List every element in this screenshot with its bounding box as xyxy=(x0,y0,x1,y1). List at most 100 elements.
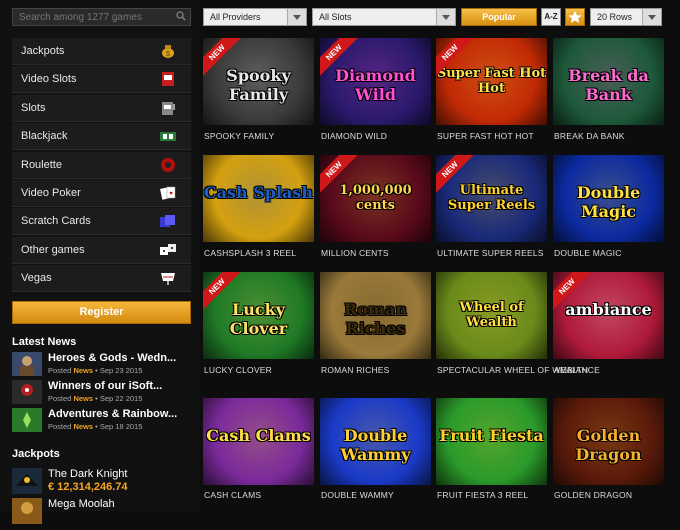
news-thumbnail xyxy=(12,380,42,404)
news-tag[interactable]: News xyxy=(73,422,93,431)
game-thumbnail[interactable]: Spooky Family NEW xyxy=(203,38,314,125)
game-tile[interactable]: Cash Clams CASH CLAMS xyxy=(203,398,314,506)
sidebar-item-vegas[interactable]: Vegas xyxy=(12,265,191,293)
game-thumbnail[interactable]: Double Magic xyxy=(553,155,664,242)
game-title[interactable]: AMBIANCE xyxy=(554,365,600,375)
sidebar-item-label: Video Slots xyxy=(21,73,77,86)
game-title[interactable]: LUCKY CLOVER xyxy=(204,365,272,375)
search-box xyxy=(12,8,191,26)
game-tile[interactable]: Wheel of Wealth SPECTACULAR WHEEL OF WEAL… xyxy=(436,272,588,384)
chevron-down-icon[interactable] xyxy=(642,9,661,25)
game-tile[interactable]: Lucky Clover NEW LUCKY CLOVER xyxy=(203,272,314,384)
game-title[interactable]: ULTIMATE SUPER REELS xyxy=(437,248,544,258)
news-tag[interactable]: News xyxy=(73,394,93,403)
az-sort-button[interactable]: A-Z xyxy=(541,8,561,26)
game-tile[interactable]: Diamond Wild NEW DIAMOND WILD xyxy=(320,38,431,150)
news-item[interactable]: Heroes & Gods - Wedn... Posted News • Se… xyxy=(12,352,192,378)
game-thumbnail[interactable]: Fruit Fiesta xyxy=(436,398,547,485)
game-title[interactable]: SPOOKY FAMILY xyxy=(204,131,274,141)
game-thumbnail[interactable]: Break da Bank xyxy=(553,38,664,125)
game-title[interactable]: CASHSPLASH 3 REEL xyxy=(204,248,296,258)
game-thumbnail[interactable]: Roman Riches xyxy=(320,272,431,359)
game-logo: Spooky Family xyxy=(226,66,291,104)
jackpot-name[interactable]: Mega Moolah xyxy=(48,498,115,510)
game-tile[interactable]: Roman Riches ROMAN RICHES xyxy=(320,272,431,384)
game-thumbnail[interactable]: Cash Splash xyxy=(203,155,314,242)
svg-text:$: $ xyxy=(166,51,170,58)
jackpot-item[interactable]: Mega Moolah xyxy=(12,498,192,530)
game-tile[interactable]: Double Wammy DOUBLE WAMMY xyxy=(320,398,431,506)
jackpot-thumbnail xyxy=(12,468,42,494)
rows-select[interactable]: 20 Rows xyxy=(590,8,662,26)
sidebar-item-roulette[interactable]: Roulette xyxy=(12,151,191,179)
star-icon xyxy=(568,10,582,24)
game-title[interactable]: MILLION CENTS xyxy=(321,248,389,258)
news-item[interactable]: Adventures & Rainbow... Posted News • Se… xyxy=(12,408,192,434)
game-title[interactable]: CASH CLAMS xyxy=(204,490,261,500)
game-title[interactable]: FRUIT FIESTA 3 REEL xyxy=(437,490,528,500)
game-thumbnail[interactable]: Diamond Wild NEW xyxy=(320,38,431,125)
favorites-button[interactable] xyxy=(565,8,585,26)
game-tile[interactable]: Cash Splash CASHSPLASH 3 REEL xyxy=(203,155,314,267)
register-button[interactable]: Register xyxy=(12,301,191,324)
game-logo: ambiance xyxy=(565,300,652,319)
game-thumbnail[interactable]: Golden Dragon xyxy=(553,398,664,485)
game-tile[interactable]: 1,000,000 cents NEW MILLION CENTS xyxy=(320,155,431,267)
game-thumbnail[interactable]: Super Fast Hot Hot NEW xyxy=(436,38,547,125)
sidebar-item-scratch-cards[interactable]: Scratch Cards xyxy=(12,208,191,236)
game-title[interactable]: GOLDEN DRAGON xyxy=(554,490,632,500)
game-logo: Double Wammy xyxy=(340,426,411,464)
game-logo: Lucky Clover xyxy=(229,300,288,338)
search-input[interactable] xyxy=(13,9,179,25)
game-tile[interactable]: ambiance NEW AMBIANCE xyxy=(553,272,664,384)
sidebar-item-blackjack[interactable]: Blackjack xyxy=(12,123,191,151)
providers-select[interactable]: All Providers xyxy=(203,8,307,26)
game-tile[interactable]: Fruit Fiesta FRUIT FIESTA 3 REEL xyxy=(436,398,547,506)
game-thumbnail[interactable]: Double Wammy xyxy=(320,398,431,485)
game-tile[interactable]: Double Magic DOUBLE MAGIC xyxy=(553,155,664,267)
game-logo: Double Magic xyxy=(576,183,641,221)
sidebar-item-video-poker[interactable]: Video Poker ♥ xyxy=(12,179,191,207)
search-icon[interactable] xyxy=(176,11,186,21)
sidebar-item-video-slots[interactable]: Video Slots xyxy=(12,66,191,94)
game-title[interactable]: BREAK DA BANK xyxy=(554,131,625,141)
news-title[interactable]: Winners of our iSoft... xyxy=(48,380,188,392)
game-title[interactable]: DOUBLE MAGIC xyxy=(554,248,622,258)
chevron-down-icon[interactable] xyxy=(287,9,306,25)
game-tile[interactable]: Super Fast Hot Hot NEW SUPER FAST HOT HOT xyxy=(436,38,547,150)
sidebar-item-label: Vegas xyxy=(21,272,52,285)
news-item[interactable]: Winners of our iSoft... Posted News • Se… xyxy=(12,380,192,406)
news-title[interactable]: Adventures & Rainbow... xyxy=(48,408,188,420)
game-thumbnail[interactable]: 1,000,000 cents NEW xyxy=(320,155,431,242)
game-logo: Wheel of Wealth xyxy=(459,300,524,330)
game-thumbnail[interactable]: Lucky Clover NEW xyxy=(203,272,314,359)
game-tile[interactable]: Spooky Family NEW SPOOKY FAMILY xyxy=(203,38,314,150)
game-title[interactable]: DIAMOND WILD xyxy=(321,131,387,141)
sidebar-item-jackpots[interactable]: Jackpots $ xyxy=(12,38,191,65)
game-thumbnail[interactable]: Wheel of Wealth xyxy=(436,272,547,359)
chevron-down-icon[interactable] xyxy=(436,9,455,25)
sidebar-item-slots[interactable]: Slots xyxy=(12,94,191,122)
game-tile[interactable]: Golden Dragon GOLDEN DRAGON xyxy=(553,398,664,506)
game-thumbnail[interactable]: Cash Clams xyxy=(203,398,314,485)
slot-type-select[interactable]: All Slots xyxy=(312,8,456,26)
game-thumbnail[interactable]: ambiance NEW xyxy=(553,272,664,359)
game-title[interactable]: ROMAN RICHES xyxy=(321,365,390,375)
game-logo: Fruit Fiesta xyxy=(439,426,544,445)
game-tile[interactable]: Ultimate Super Reels NEW ULTIMATE SUPER RE… xyxy=(436,155,547,267)
game-tile[interactable]: Break da Bank BREAK DA BANK xyxy=(553,38,664,150)
game-thumbnail[interactable]: Ultimate Super Reels NEW xyxy=(436,155,547,242)
game-title[interactable]: DOUBLE WAMMY xyxy=(321,490,394,500)
sidebar: Jackpots $ Video Slots Slots Blackjack R… xyxy=(0,0,200,524)
jackpot-name[interactable]: The Dark Knight xyxy=(48,468,127,480)
jackpot-item[interactable]: The Dark Knight € 12,314,246.74 xyxy=(12,468,192,500)
game-title[interactable]: SUPER FAST HOT HOT xyxy=(437,131,534,141)
sidebar-item-label: Roulette xyxy=(21,158,62,171)
sidebar-item-other-games[interactable]: Other games xyxy=(12,236,191,264)
popular-sort-button[interactable]: Popular xyxy=(461,8,537,26)
news-tag[interactable]: News xyxy=(73,366,93,375)
svg-text:♥: ♥ xyxy=(169,191,173,197)
news-posted: Posted xyxy=(48,394,72,403)
news-date: • Sep 18 2015 xyxy=(95,422,143,431)
news-title[interactable]: Heroes & Gods - Wedn... xyxy=(48,352,188,364)
